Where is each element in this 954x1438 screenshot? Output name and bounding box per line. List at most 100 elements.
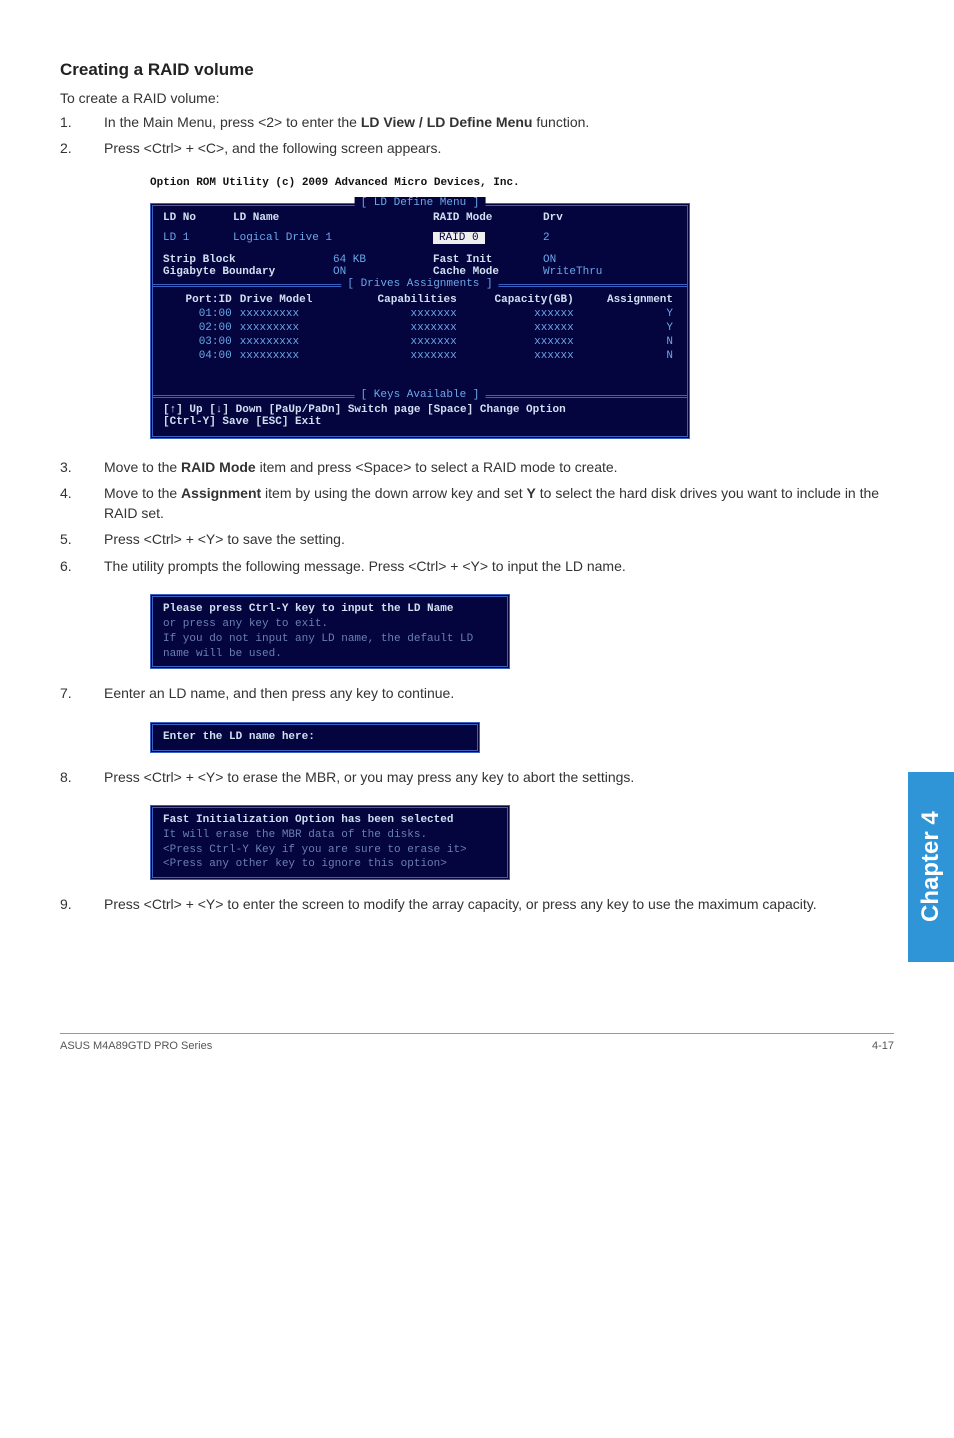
step-item: 8. Press <Ctrl> + <Y> to erase the MBR, … — [60, 767, 894, 787]
step-number: 7. — [60, 683, 104, 703]
section-label: [ Drives Assignments ] — [341, 278, 498, 290]
input-box: Enter the LD name here: — [150, 722, 480, 753]
step-item: 7. Eenter an LD name, and then press any… — [60, 683, 894, 703]
message-line: name will be used. — [163, 647, 497, 662]
text-bold: LD View / LD Define Menu — [361, 114, 533, 130]
bios-screen: [ LD Define Menu ] LD No LD Name RAID Mo… — [150, 203, 690, 439]
step-text: Move to the Assignment item by using the… — [104, 483, 894, 524]
field-value: WriteThru — [543, 266, 602, 278]
message-box: Please press Ctrl-Y key to input the LD … — [150, 594, 510, 669]
step-number: 2. — [60, 138, 104, 158]
field-label: Cache Mode — [433, 266, 543, 278]
step-number: 9. — [60, 894, 104, 914]
cell: LD 1 — [163, 232, 233, 244]
col-header: RAID Mode — [433, 212, 543, 224]
cell: 04:00 — [163, 349, 236, 363]
cell: xxxxxxx — [344, 335, 461, 349]
step-text: Move to the RAID Mode item and press <Sp… — [104, 457, 894, 477]
drives-table: Port:ID Drive Model Capabilities Capacit… — [163, 293, 677, 363]
step-text: Press <Ctrl> + <Y> to enter the screen t… — [104, 894, 894, 914]
cell: xxxxxx — [461, 307, 578, 321]
cell: xxxxxxx — [344, 349, 461, 363]
cell: Y — [578, 307, 677, 321]
step-item: 6. The utility prompts the following mes… — [60, 556, 894, 576]
step-number: 1. — [60, 112, 104, 132]
step-number: 3. — [60, 457, 104, 477]
col-header: Port:ID — [163, 293, 236, 307]
section-label: [ Keys Available ] — [355, 389, 486, 401]
step-number: 4. — [60, 483, 104, 524]
step-text: The utility prompts the following messag… — [104, 556, 894, 576]
message-line: <Press any other key to ignore this opti… — [163, 857, 497, 872]
field-value: ON — [333, 266, 433, 278]
step-item: 4. Move to the Assignment item by using … — [60, 483, 894, 524]
cell: Logical Drive 1 — [233, 232, 433, 244]
cell: 2 — [543, 232, 550, 244]
field-label: Fast Init — [433, 254, 543, 266]
divider: [ Drives Assignments ] — [153, 284, 687, 287]
col-header: LD No — [163, 212, 233, 224]
steps-top: 1. In the Main Menu, press <2> to enter … — [60, 112, 894, 159]
page-body: Creating a RAID volume To create a RAID … — [0, 0, 954, 973]
step-text: In the Main Menu, press <2> to enter the… — [104, 112, 894, 132]
field-value: ON — [543, 254, 556, 266]
bios-data-row: Strip Block 64 KB Fast Init ON — [163, 254, 677, 266]
message-line: Fast Initialization Option has been sele… — [163, 813, 497, 828]
cell: 03:00 — [163, 335, 236, 349]
cell: 02:00 — [163, 321, 236, 335]
divider: [ Keys Available ] — [153, 395, 687, 398]
field-value: 64 KB — [333, 254, 433, 266]
text-fragment: function. — [532, 114, 589, 130]
table-row: 03:00 xxxxxxxxx xxxxxxx xxxxxx N — [163, 335, 677, 349]
intro-text: To create a RAID volume: — [60, 90, 894, 106]
cell: N — [578, 349, 677, 363]
message-line: or press any key to exit. — [163, 617, 497, 632]
keys-help-line: [↑] Up [↓] Down [PaUp/PaDn] Switch page … — [163, 404, 677, 416]
step-text: Eenter an LD name, and then press any ke… — [104, 683, 894, 703]
step-number: 5. — [60, 529, 104, 549]
bios-data-row: Gigabyte Boundary ON Cache Mode WriteThr… — [163, 266, 677, 278]
bios-caption: Option ROM Utility (c) 2009 Advanced Mic… — [150, 177, 894, 189]
page-footer: ASUS M4A89GTD PRO Series 4-17 — [60, 1033, 894, 1052]
cell: xxxxxx — [461, 335, 578, 349]
col-header: LD Name — [233, 212, 433, 224]
step-item: 1. In the Main Menu, press <2> to enter … — [60, 112, 894, 132]
cell: xxxxxxx — [344, 307, 461, 321]
field-label: Strip Block — [163, 254, 333, 266]
message-line: Please press Ctrl-Y key to input the LD … — [163, 602, 497, 617]
keys-help-line: [Ctrl-Y] Save [ESC] Exit — [163, 416, 677, 428]
step-text: Press <Ctrl> + <Y> to save the setting. — [104, 529, 894, 549]
steps-9: 9. Press <Ctrl> + <Y> to enter the scree… — [60, 894, 894, 914]
step-number: 6. — [60, 556, 104, 576]
step-item: 9. Press <Ctrl> + <Y> to enter the scree… — [60, 894, 894, 914]
cell: xxxxxxxxx — [236, 335, 344, 349]
cell-highlight: RAID 0 — [433, 232, 485, 244]
text-fragment: In the Main Menu, press <2> to enter the — [104, 114, 361, 130]
table-row: 01:00 xxxxxxxxx xxxxxxx xxxxxx Y — [163, 307, 677, 321]
steps-8: 8. Press <Ctrl> + <Y> to erase the MBR, … — [60, 767, 894, 787]
bios-title: [ LD Define Menu ] — [355, 197, 486, 209]
cell: Y — [578, 321, 677, 335]
bios-header-row: LD No LD Name RAID Mode Drv — [163, 212, 677, 224]
step-number: 8. — [60, 767, 104, 787]
col-header: Capacity(GB) — [461, 293, 578, 307]
col-header: Assignment — [578, 293, 677, 307]
table-row: 02:00 xxxxxxxxx xxxxxxx xxxxxx Y — [163, 321, 677, 335]
cell: N — [578, 335, 677, 349]
footer-left: ASUS M4A89GTD PRO Series — [60, 1040, 212, 1052]
cell: xxxxxxx — [344, 321, 461, 335]
footer-right: 4-17 — [872, 1040, 894, 1052]
message-line: If you do not input any LD name, the def… — [163, 632, 497, 647]
message-line: <Press Ctrl-Y Key if you are sure to era… — [163, 843, 497, 858]
col-header: Drv — [543, 212, 563, 224]
step-item: 5. Press <Ctrl> + <Y> to save the settin… — [60, 529, 894, 549]
field-label: Gigabyte Boundary — [163, 266, 333, 278]
cell: 01:00 — [163, 307, 236, 321]
step-item: 2. Press <Ctrl> + <C>, and the following… — [60, 138, 894, 158]
message-box: Fast Initialization Option has been sele… — [150, 805, 510, 880]
col-header: Capabilities — [344, 293, 461, 307]
step-item: 3. Move to the RAID Mode item and press … — [60, 457, 894, 477]
bios-data-row: LD 1 Logical Drive 1 RAID 0 2 — [163, 232, 677, 244]
table-header-row: Port:ID Drive Model Capabilities Capacit… — [163, 293, 677, 307]
section-title: Creating a RAID volume — [60, 60, 894, 80]
